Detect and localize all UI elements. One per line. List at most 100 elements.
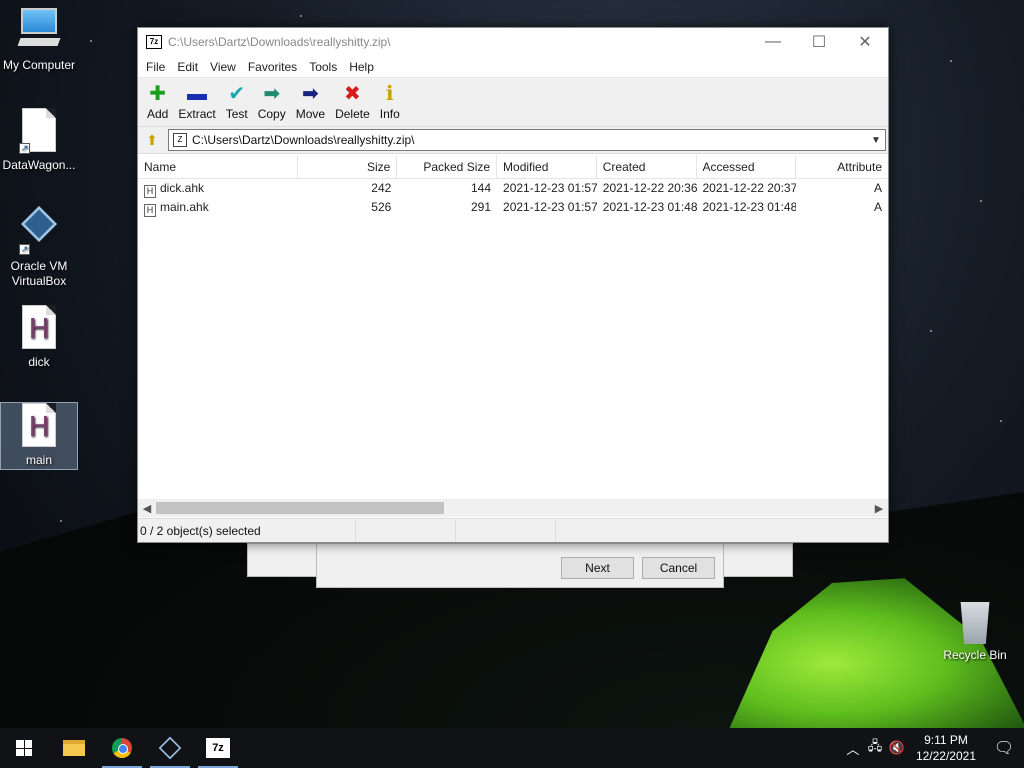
menu-favorites[interactable]: Favorites	[242, 60, 303, 74]
clock-time: 9:11 PM	[924, 733, 968, 747]
cell-modified: 2021-12-23 01:57	[503, 200, 597, 214]
cell-attribute: A	[873, 200, 882, 214]
title-bar[interactable]: 7z C:\Users\Dartz\Downloads\reallyshitty…	[138, 28, 888, 56]
chevron-down-icon[interactable]: ▼	[867, 135, 885, 146]
column-header-modified[interactable]: Modified	[497, 155, 597, 179]
7zip-logo-icon: 7z	[146, 35, 162, 49]
add-button[interactable]: ✚ Add	[142, 79, 173, 125]
menu-file[interactable]: File	[140, 60, 171, 74]
cell-modified: 2021-12-23 01:57	[503, 181, 597, 195]
computer-icon	[17, 8, 61, 54]
cancel-button[interactable]: Cancel	[642, 557, 715, 579]
ahk-file-icon: H	[19, 403, 59, 449]
network-icon[interactable]: 🖧	[864, 737, 886, 759]
scroll-right-icon[interactable]: ▶	[870, 502, 888, 515]
desktop-icon-virtualbox[interactable]: ↗ Oracle VM VirtualBox	[0, 205, 78, 289]
extract-button[interactable]: ▬ Extract	[173, 79, 220, 125]
taskbar-virtualbox[interactable]	[146, 728, 194, 768]
cell-name: Hdick.ahk	[138, 179, 298, 198]
desktop-icon-label: Oracle VM VirtualBox	[10, 259, 68, 288]
up-folder-icon[interactable]: ⬆	[140, 129, 164, 151]
document-shortcut-icon: ↗	[19, 108, 59, 154]
check-icon: ✔	[228, 83, 246, 105]
column-header-row: Name Size Packed Size Modified Created A…	[138, 155, 888, 179]
menu-bar: File Edit View Favorites Tools Help	[138, 56, 888, 78]
archive-icon: Z	[173, 133, 187, 147]
desktop-icon-dick[interactable]: H dick	[0, 305, 78, 370]
cell-size: 242	[371, 181, 392, 195]
file-name: dick.ahk	[160, 181, 205, 195]
column-header-size[interactable]: Size	[298, 155, 398, 179]
cell-attribute: A	[873, 181, 882, 195]
table-row[interactable]: Hmain.ahk 526 291 2021-12-23 01:57 2021-…	[138, 198, 888, 217]
clock[interactable]: 9:11 PM 12/22/2021	[908, 732, 984, 764]
scroll-left-icon[interactable]: ◀	[138, 502, 156, 515]
copy-label: Copy	[257, 107, 286, 121]
clock-date: 12/22/2021	[915, 749, 976, 763]
status-cell	[356, 519, 456, 542]
menu-view[interactable]: View	[204, 60, 242, 74]
notification-icon[interactable]: 🗨	[984, 738, 1024, 758]
desktop-icon-label: main	[25, 453, 52, 467]
setup-dialog: Next Cancel	[316, 543, 724, 588]
ahk-file-icon: H	[144, 185, 156, 198]
plus-icon: ✚	[149, 83, 167, 105]
cell-size: 526	[371, 200, 392, 214]
taskbar-chrome[interactable]	[98, 728, 146, 768]
cell-created: 2021-12-23 01:48	[602, 200, 697, 214]
ahk-file-icon: H	[144, 204, 156, 217]
desktop-icon-main[interactable]: H main	[0, 402, 78, 470]
close-button[interactable]: ✕	[842, 28, 888, 56]
chevron-up-icon[interactable]: ︿	[842, 739, 864, 758]
7zip-window: 7z C:\Users\Dartz\Downloads\reallyshitty…	[137, 27, 889, 543]
folder-icon	[63, 740, 85, 756]
volume-muted-icon[interactable]: 🔇	[886, 740, 908, 756]
desktop-icon-label: DataWagon...	[2, 158, 76, 172]
cell-packed-size: 291	[471, 200, 492, 214]
info-button[interactable]: ℹ Info	[375, 79, 405, 125]
taskbar-7zip[interactable]: 7z	[194, 728, 242, 768]
menu-help[interactable]: Help	[343, 60, 380, 74]
info-icon: ℹ	[385, 83, 394, 105]
menu-edit[interactable]: Edit	[171, 60, 204, 74]
column-header-accessed[interactable]: Accessed	[697, 155, 797, 179]
taskbar: 7z ︿ 🖧 🔇 9:11 PM 12/22/2021 🗨	[0, 728, 1024, 768]
recycle-bin-icon	[960, 602, 990, 644]
taskbar-file-explorer[interactable]	[50, 728, 98, 768]
column-header-attribute[interactable]: Attribute	[796, 155, 888, 179]
scroll-thumb[interactable]	[156, 502, 444, 514]
file-name: main.ahk	[160, 200, 209, 214]
column-header-name[interactable]: Name	[138, 155, 298, 179]
desktop-icon-datawagon[interactable]: ↗ DataWagon...	[0, 108, 78, 173]
move-label: Move	[295, 107, 326, 121]
address-combobox[interactable]: Z C:\Users\Dartz\Downloads\reallyshitty.…	[168, 129, 886, 151]
cell-created: 2021-12-22 20:36	[602, 181, 697, 195]
table-row[interactable]: Hdick.ahk 242 144 2021-12-23 01:57 2021-…	[138, 179, 888, 198]
cell-name: Hmain.ahk	[138, 198, 298, 217]
extract-label: Extract	[178, 107, 216, 121]
minimize-button[interactable]: —	[750, 28, 796, 56]
delete-x-icon: ✖	[344, 83, 361, 105]
next-button[interactable]: Next	[561, 557, 634, 579]
cell-packed-size: 144	[471, 181, 492, 195]
maximize-button[interactable]: ☐	[796, 28, 842, 56]
copy-button[interactable]: ➡ Copy	[253, 79, 291, 125]
menu-tools[interactable]: Tools	[303, 60, 343, 74]
file-list[interactable]: Name Size Packed Size Modified Created A…	[138, 155, 888, 499]
scroll-track[interactable]	[156, 501, 870, 515]
cell-accessed: 2021-12-22 20:37	[702, 181, 797, 195]
desktop-icon-recycle-bin[interactable]: Recycle Bin	[936, 602, 1014, 663]
move-button[interactable]: ➡ Move	[291, 79, 330, 125]
delete-button[interactable]: ✖ Delete	[330, 79, 375, 125]
horizontal-scrollbar[interactable]: ◀ ▶	[138, 499, 888, 517]
desktop-icon-label: Recycle Bin	[943, 648, 1007, 662]
address-row: ⬆ Z C:\Users\Dartz\Downloads\reallyshitt…	[138, 127, 888, 154]
start-button[interactable]	[0, 728, 48, 768]
column-header-packed-size[interactable]: Packed Size	[397, 155, 498, 179]
column-header-created[interactable]: Created	[597, 155, 697, 179]
virtualbox-icon: ↗	[19, 205, 59, 255]
test-button[interactable]: ✔ Test	[221, 79, 253, 125]
info-label: Info	[379, 107, 400, 121]
desktop-icon-my-computer[interactable]: My Computer	[0, 8, 78, 73]
move-arrow-icon: ➡	[302, 83, 319, 105]
